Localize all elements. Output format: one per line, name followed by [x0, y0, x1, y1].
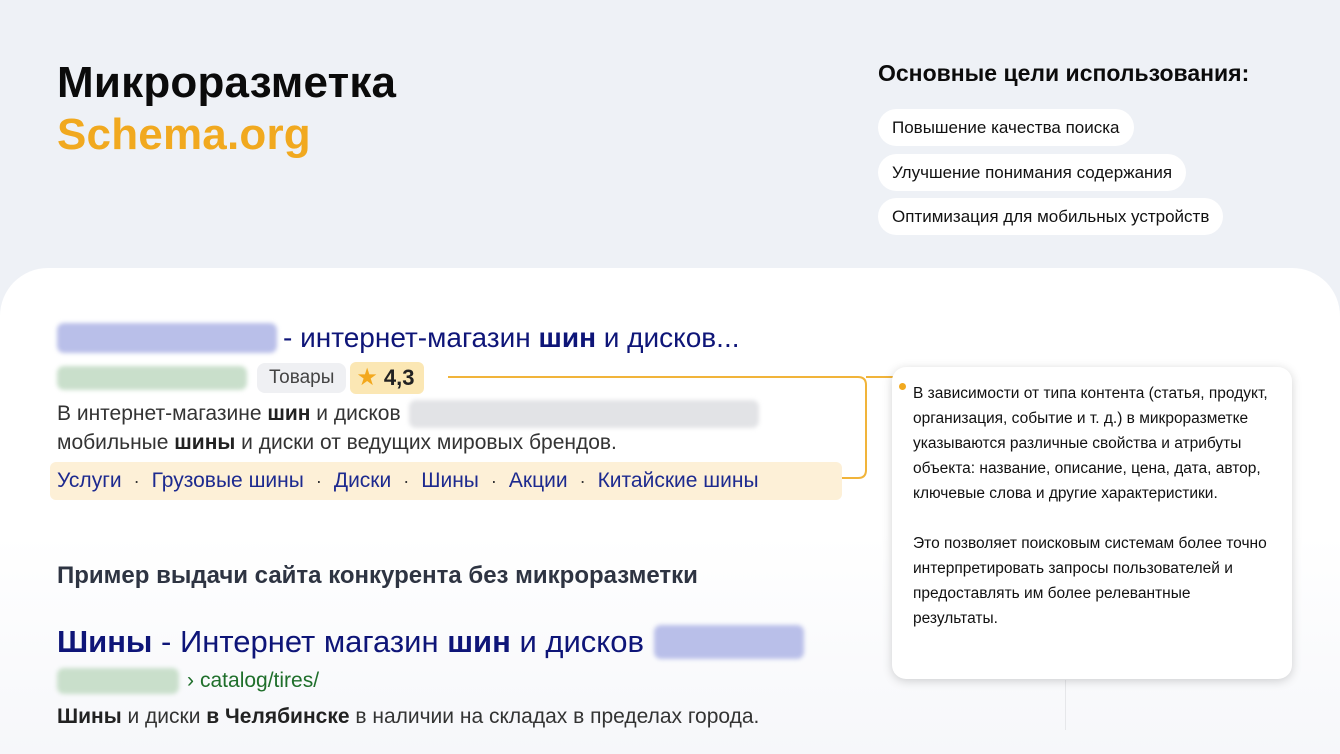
blurred-domain [57, 668, 179, 694]
callout-paragraph-2: Это позволяет поисковым системам более т… [913, 535, 1267, 627]
callout-paragraph-1: В зависимости от типа контента (статья, … [913, 385, 1268, 502]
blurred-snippet [408, 400, 759, 428]
snippet-bold: шин [267, 402, 311, 425]
goal-pill-search-quality: Повышение качества поиска [878, 109, 1134, 146]
explanation-callout: В зависимости от типа контента (статья, … [892, 367, 1292, 679]
breadcrumb-chevron-icon: › [187, 669, 194, 692]
snippet-bold: Шины [57, 705, 122, 728]
goods-tag[interactable]: Товары [257, 363, 347, 393]
url-path: catalog/tires/ [200, 669, 320, 692]
serp-snippet-line-1: В интернет-магазине шин и дисков [57, 400, 759, 428]
serp-title-end: и дисков... [603, 322, 740, 353]
competitor-snippet: Шины и диски в Челябинске в наличии на с… [57, 705, 759, 729]
page-subtitle: Schema.org [57, 110, 311, 159]
competitor-title-bold: шин [447, 624, 511, 659]
snippet-bold: шины [174, 431, 236, 454]
snippet-text: и дисков [316, 402, 401, 425]
serp-result-meta: Товары ★ 4,3 [57, 362, 425, 394]
callout-marker-dot [899, 383, 906, 390]
sitelink-separator: · [403, 470, 410, 491]
sitelink-chinese-tires[interactable]: Китайские шины [598, 469, 759, 493]
serp-snippet-line-2: мобильные шины и диски от ведущих мировы… [57, 431, 617, 455]
sitelink-separator: · [315, 470, 322, 491]
snippet-text: и диски [127, 705, 201, 728]
sitelink-separator: · [490, 470, 497, 491]
sitelink-truck-tires[interactable]: Грузовые шины [152, 469, 304, 493]
divider-line [1065, 680, 1066, 730]
competitor-heading: Пример выдачи сайта конкурента без микро… [57, 562, 698, 589]
competitor-title-end: и дисков [519, 624, 644, 659]
goal-pill-content-understanding: Улучшение понимания содержания [878, 154, 1187, 191]
rating-badge: ★ 4,3 [350, 362, 425, 394]
sitelink-wheels[interactable]: Диски [334, 469, 391, 493]
goal-pill-mobile-optimization: Оптимизация для мобильных устройств [878, 198, 1224, 235]
blurred-url [57, 366, 247, 390]
sitelink-tires[interactable]: Шины [421, 469, 479, 493]
snippet-bold: в Челябинске [206, 705, 350, 728]
star-icon: ★ [356, 364, 378, 391]
competitor-result-title[interactable]: Шины - Интернет магазин шин и дисков [57, 624, 804, 660]
snippet-text: и диски от ведущих мировых брендов. [241, 431, 617, 454]
snippet-text: мобильные [57, 431, 169, 454]
goals-title: Основные цели использования: [878, 60, 1250, 86]
sitelink-separator: · [579, 470, 586, 491]
snippet-text: в наличии на складах в пределах города. [355, 705, 760, 728]
rating-value: 4,3 [383, 365, 415, 390]
sitelink-separator: · [133, 470, 140, 491]
competitor-url[interactable]: › catalog/tires/ [57, 668, 319, 694]
serp-result-title[interactable]: - интернет-магазин шин и дисков... [57, 322, 740, 354]
sitelink-services[interactable]: Услуги [57, 469, 122, 493]
serp-title-bold: шин [538, 322, 596, 353]
competitor-title-bold: Шины [57, 624, 153, 659]
blurred-city [653, 625, 804, 659]
blurred-site-name [57, 323, 277, 353]
sitelink-promotions[interactable]: Акции [509, 469, 568, 493]
snippet-text: В интернет-магазине [57, 402, 262, 425]
competitor-title-text: - Интернет магазин [161, 624, 439, 659]
serp-title-text: - интернет-магазин [283, 322, 531, 353]
sitelinks: Услуги · Грузовые шины · Диски · Шины · … [50, 462, 842, 500]
page-title: Микроразметка [57, 58, 397, 107]
